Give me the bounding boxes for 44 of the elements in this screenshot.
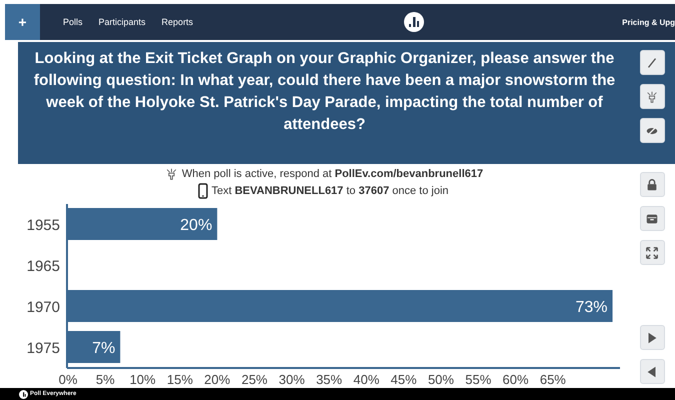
question-text: Looking at the Exit Ticket Graph on your Graphic Organizer, please answer the following question: In what year, could there have been a major snowstorm the week of the Holyoke St. Patrick's Day Parade, impacting the total number of attendees? — [32, 49, 616, 135]
axis-tick-label: 30% — [278, 372, 305, 387]
category-label: 1965 — [26, 258, 60, 275]
value-label: 7% — [92, 340, 116, 357]
nav-link[interactable]: Polls — [63, 17, 83, 27]
axis-tick-label: 20% — [204, 372, 230, 387]
logo-icon — [404, 12, 424, 32]
nav-link[interactable]: Reports — [162, 17, 194, 27]
pen-button[interactable] — [640, 50, 664, 75]
axis-tick-label: 5% — [96, 372, 115, 387]
previous-button[interactable] — [640, 359, 664, 384]
lock-button[interactable] — [640, 172, 664, 197]
value-label: 73% — [576, 299, 608, 316]
archive-icon — [645, 212, 659, 226]
pricing-link[interactable]: Pricing & Upg — [622, 18, 675, 26]
fullscreen-button[interactable] — [640, 240, 664, 265]
axis-tick-label: 0% — [58, 372, 78, 387]
category-label: 1970 — [26, 299, 60, 316]
axis-tick-label: 55% — [465, 372, 492, 387]
phone-icon — [198, 183, 208, 199]
hide-button[interactable] — [640, 118, 664, 143]
signal-icon — [645, 90, 659, 104]
archive-button[interactable] — [640, 206, 664, 231]
pen-icon — [645, 56, 659, 70]
respond-button[interactable] — [640, 84, 664, 109]
axis-tick-label: 45% — [390, 372, 417, 387]
next-button[interactable] — [640, 325, 664, 350]
axis-tick-label: 15% — [166, 372, 193, 387]
axis-tick-label: 50% — [428, 372, 454, 387]
expand-icon — [645, 246, 659, 260]
add-button[interactable]: + — [5, 4, 40, 40]
instruction-text: When poll is active, respond at PollEv.com/bevanbrunell617 — [182, 168, 484, 180]
lock-icon — [645, 178, 659, 192]
instruction-text: Text BEVANBRUNELL617 to 37607 once to join — [211, 185, 449, 197]
axis-tick-label: 60% — [502, 372, 529, 387]
category-label: 1975 — [26, 340, 60, 357]
axis-tick-label: 10% — [130, 372, 156, 387]
axis-tick-label: 65% — [540, 372, 566, 387]
axis-tick-label: 35% — [316, 372, 342, 387]
axis-tick-label: 25% — [241, 372, 268, 387]
axis-tick-label: 40% — [353, 372, 380, 387]
value-label: 20% — [180, 217, 212, 234]
nav-link[interactable]: Participants — [98, 17, 146, 27]
category-label: 1955 — [26, 217, 60, 234]
